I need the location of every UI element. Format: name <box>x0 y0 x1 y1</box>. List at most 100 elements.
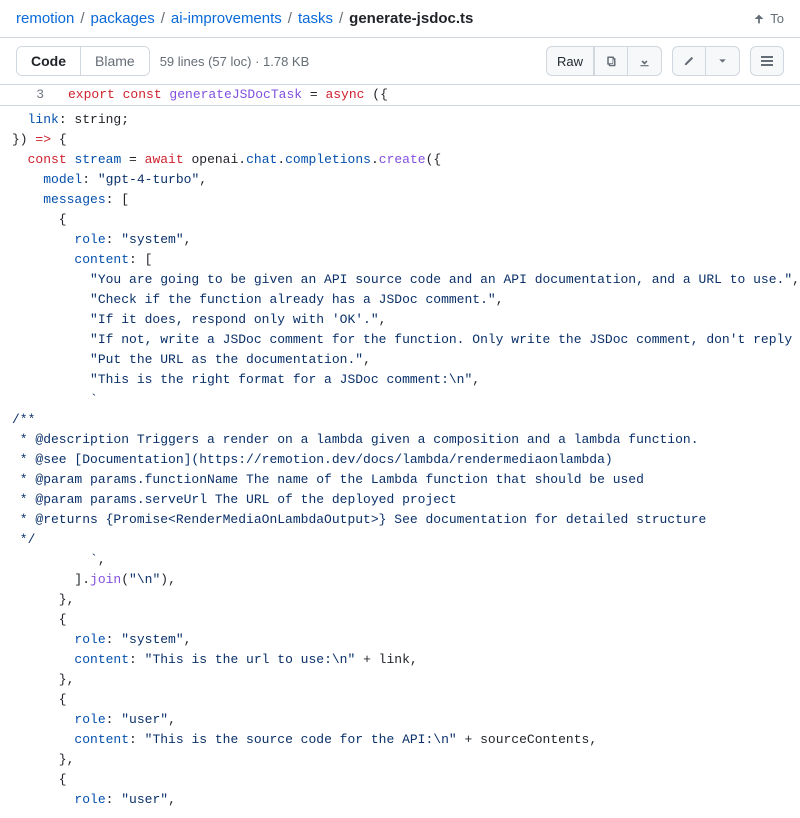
breadcrumb-link[interactable]: ai-improvements <box>171 10 282 27</box>
copy-icon <box>605 53 617 69</box>
code-token: { <box>12 212 67 227</box>
code-token: { <box>12 772 67 787</box>
edit-group <box>672 46 740 76</box>
code-token <box>12 232 74 247</box>
code-token: export <box>68 87 123 102</box>
code-token: role <box>74 232 105 247</box>
code-token: + link, <box>355 652 417 667</box>
code-token: * @param params.serveUrl The URL of the … <box>12 492 457 507</box>
code-token: role <box>74 792 105 807</box>
code-token: */ <box>12 532 35 547</box>
code-token: ` <box>90 392 98 407</box>
code-token: => <box>35 132 51 147</box>
code-token <box>12 332 90 347</box>
code-line: link: string; <box>12 110 800 130</box>
code-line: role: "system", <box>12 230 800 250</box>
download-button[interactable] <box>628 46 662 76</box>
code-token: const <box>123 87 170 102</box>
code-token: "user" <box>121 712 168 727</box>
view-mode-segment: Code Blame <box>16 46 150 76</box>
code-line: content: "This is the url to use:\n" + l… <box>12 650 800 670</box>
code-line: * @see [Documentation](https://remotion.… <box>12 450 800 470</box>
breadcrumb-link[interactable]: tasks <box>298 10 333 27</box>
list-icon <box>759 53 775 69</box>
code-token: , <box>168 792 176 807</box>
code-token: openai. <box>184 152 246 167</box>
code-token: : <box>106 232 122 247</box>
code-token: , <box>792 272 800 287</box>
code-token: , <box>184 632 192 647</box>
code-line: "This is the right format for a JSDoc co… <box>12 370 800 390</box>
code-token: { <box>51 132 67 147</box>
breadcrumb-current: generate-jsdoc.ts <box>349 10 473 27</box>
code-token: messages <box>43 192 105 207</box>
more-button[interactable] <box>750 46 784 76</box>
code-line: /** <box>12 410 800 430</box>
code-token: * @returns {Promise<RenderMediaOnLambdaO… <box>12 512 706 527</box>
breadcrumb-link[interactable]: remotion <box>16 10 74 27</box>
to-top-link[interactable]: To <box>752 11 784 26</box>
code-token <box>12 172 43 187</box>
code-line: `, <box>12 550 800 570</box>
code-line: "Put the URL as the documentation.", <box>12 350 800 370</box>
line-number: 3 <box>0 85 60 105</box>
code-line: content: [ <box>12 250 800 270</box>
code-line: content: "This is the source code for th… <box>12 730 800 750</box>
code-token: join <box>90 572 121 587</box>
code-token: , <box>496 292 504 307</box>
code-token <box>12 652 74 667</box>
code-token <box>12 252 74 267</box>
code-token: . <box>277 152 285 167</box>
code-token: , <box>379 312 387 327</box>
code-token: role <box>74 712 105 727</box>
raw-button[interactable]: Raw <box>546 46 594 76</box>
code-token: "This is the right format for a JSDoc co… <box>90 372 472 387</box>
code-token: + sourceContents, <box>457 732 597 747</box>
code-token: await <box>145 152 184 167</box>
code-token <box>12 732 74 747</box>
code-line: role: "user", <box>12 790 800 810</box>
code-line: const stream = await openai.chat.complet… <box>12 150 800 170</box>
sticky-context-line: 3 export const generateJSDocTask = async… <box>0 85 800 106</box>
code-token: create <box>379 152 426 167</box>
code-token <box>12 372 90 387</box>
code-token: , <box>472 372 480 387</box>
code-token: "Check if the function already has a JSD… <box>90 292 496 307</box>
code-line: }) => { <box>12 130 800 150</box>
code-line: role: "system", <box>12 630 800 650</box>
code-token: async <box>325 87 364 102</box>
edit-menu-button[interactable] <box>706 46 740 76</box>
code-token: : <box>82 172 98 187</box>
code-token <box>12 792 74 807</box>
blame-tab[interactable]: Blame <box>80 47 149 75</box>
code-token: { <box>12 692 67 707</box>
code-token: ]. <box>12 572 90 587</box>
arrow-up-icon <box>752 12 766 26</box>
copy-button[interactable] <box>594 46 628 76</box>
code-token: const <box>28 152 67 167</box>
code-body: link: string;}) => { const stream = awai… <box>0 106 800 818</box>
code-line: * @param params.serveUrl The URL of the … <box>12 490 800 510</box>
code-token: : [ <box>129 252 152 267</box>
code-token: ({ <box>426 152 442 167</box>
code-line: { <box>12 770 800 790</box>
code-line: "If it does, respond only with 'OK'.", <box>12 310 800 330</box>
code-token: : <box>106 632 122 647</box>
raw-group: Raw <box>546 46 662 76</box>
code-token: : <box>106 792 122 807</box>
code-token: ), <box>160 572 176 587</box>
edit-button[interactable] <box>672 46 706 76</box>
code-token: : string; <box>59 112 129 127</box>
to-top-label: To <box>770 11 784 26</box>
breadcrumb-link[interactable]: packages <box>91 10 155 27</box>
code-tab[interactable]: Code <box>17 47 80 75</box>
breadcrumb-sep: / <box>78 10 86 27</box>
code-token <box>12 272 90 287</box>
code-token: , <box>199 172 207 187</box>
code-token: }) <box>12 132 35 147</box>
code-token: "system" <box>121 232 183 247</box>
pencil-icon <box>683 53 695 69</box>
code-token: : <box>129 652 145 667</box>
breadcrumb-sep: / <box>286 10 294 27</box>
code-token <box>12 192 43 207</box>
